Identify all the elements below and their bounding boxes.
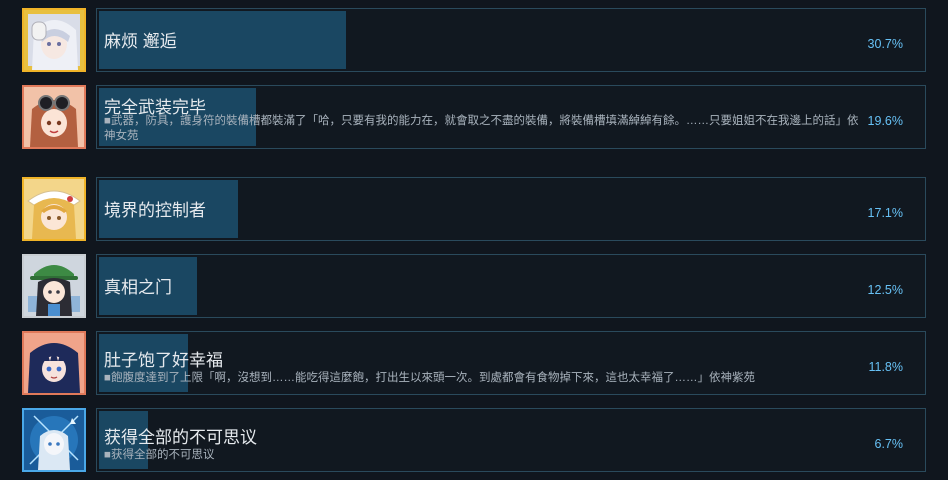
achievement-percent: 17.1% <box>867 206 903 220</box>
achievement-avatar <box>22 177 86 241</box>
achievement-avatar <box>22 254 86 318</box>
achievement-percent: 11.8% <box>868 360 903 374</box>
achievement-card: 获得全部的不可思议 ■获得全部的不可思议 6.7% <box>96 408 926 472</box>
achievement-card: 境界的控制者 17.1% <box>96 177 926 241</box>
achievement-row[interactable]: 完全武装完毕 ■武器，防具，護身符的裝備槽都裝滿了「哈，只要有我的能力在，就會取… <box>22 85 926 149</box>
achievement-row[interactable]: 境界的控制者 17.1% <box>22 177 926 241</box>
achievement-percent: 6.7% <box>874 437 904 451</box>
achievement-avatar <box>22 8 86 72</box>
achievement-avatar <box>22 408 86 472</box>
achievement-percent: 30.7% <box>867 37 903 51</box>
blonde-character-icon <box>24 179 84 239</box>
achievement-title: 真相之门 <box>104 278 172 297</box>
achievement-description: ■飽腹度達到了上限「啊，沒想到……能吃得這麼飽，打出生以來頭一次。到處都會有食物… <box>104 372 755 384</box>
achievement-card: 真相之门 12.5% <box>96 254 926 318</box>
achievement-description: ■武器，防具，護身符的裝備槽都裝滿了「哈，只要有我的能力在，就會取之不盡的裝備，… <box>104 115 859 142</box>
achievement-row[interactable]: 麻烦 邂逅 30.7% <box>22 8 926 72</box>
goggles-character-icon <box>24 87 84 147</box>
achievement-card: 肚子饱了好幸福 ■飽腹度達到了上限「啊，沒想到……能吃得這麼飽，打出生以來頭一次… <box>96 331 926 395</box>
achievement-percent: 19.6% <box>867 114 903 128</box>
dark-haired-character-icon <box>24 333 84 393</box>
white-haired-character-icon <box>24 10 84 70</box>
achievement-avatar <box>22 331 86 395</box>
achievement-percent: 12.5% <box>867 283 903 297</box>
ice-character-icon <box>24 410 84 470</box>
achievement-description: ■获得全部的不可思议 <box>104 449 215 461</box>
achievement-card: 完全武装完毕 ■武器，防具，護身符的裝備槽都裝滿了「哈，只要有我的能力在，就會取… <box>96 85 926 149</box>
achievement-list: 麻烦 邂逅 30.7% 完全武装完毕 ■武器，防具，護身符的裝備槽都裝滿了「哈，… <box>0 0 948 480</box>
green-hat-character-icon <box>24 256 84 316</box>
achievement-card: 麻烦 邂逅 30.7% <box>96 8 926 72</box>
achievement-avatar <box>22 85 86 149</box>
achievement-row[interactable]: 真相之门 12.5% <box>22 254 926 318</box>
achievement-title: 获得全部的不可思议 <box>104 428 257 447</box>
achievement-row[interactable]: 获得全部的不可思议 ■获得全部的不可思议 6.7% <box>22 408 926 472</box>
achievement-row[interactable]: 肚子饱了好幸福 ■飽腹度達到了上限「啊，沒想到……能吃得這麼飽，打出生以來頭一次… <box>22 331 926 395</box>
achievement-title: 麻烦 邂逅 <box>104 32 177 51</box>
achievement-title: 肚子饱了好幸福 <box>104 351 223 370</box>
achievement-title: 境界的控制者 <box>104 201 206 220</box>
